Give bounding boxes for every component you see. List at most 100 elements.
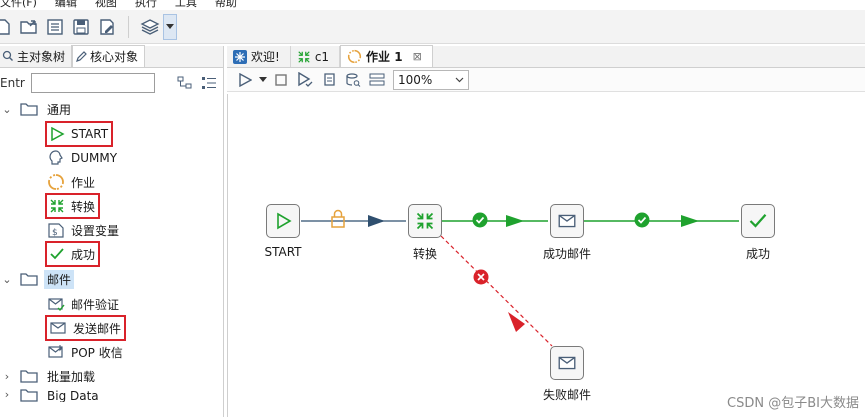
tree-label: 转换 [71,199,96,214]
menu-help[interactable]: 帮助 [215,0,237,9]
job-node-success-mail[interactable] [550,204,584,238]
save-as-button[interactable] [94,14,120,40]
transform-icon [298,50,310,63]
tree-item-pop-mail[interactable]: POP 收信 [47,341,123,363]
filter-label: Entr [0,76,25,90]
zoom-value: 100% [398,72,433,87]
menu-view[interactable]: 视图 [95,0,117,9]
menu-file[interactable]: 文件(F) [0,0,37,9]
editor-area: 欢迎! c1 作业 1 ⊠ 100% START 转换 成功邮件 成功 失败邮件… [227,45,865,417]
tree-item-transform[interactable]: 转换 [44,193,101,219]
menu-run[interactable]: 执行 [135,0,157,9]
layout-button[interactable] [365,69,389,91]
svg-text:$: $ [52,228,58,238]
tree-label: 成功 [71,247,96,262]
run-button[interactable] [233,69,257,91]
main-toolbar [0,10,865,44]
new-file-button[interactable] [0,14,16,40]
job-node-success[interactable] [741,204,775,238]
job-node-label: 转换 [412,247,438,261]
chevron-down-icon[interactable]: ⌄ [0,273,14,286]
job-node-transform[interactable] [408,204,442,238]
start-icon [51,127,65,141]
tree-item-mail-verify[interactable]: 邮件验证 [47,293,119,315]
tree-category-big-data[interactable]: › Big Data [0,388,102,402]
menu-edit[interactable]: 编辑 [55,0,77,9]
tree-label: DUMMY [71,151,118,165]
set-variable-icon: $ [48,223,64,238]
tree-item-success[interactable]: 成功 [44,241,101,267]
tree-category-mail[interactable]: ⌄ 邮件 [0,268,75,290]
failure-x-icon[interactable] [473,269,489,285]
chevron-down-icon [455,77,464,82]
sql-button[interactable] [341,69,365,91]
tree-category-general[interactable]: ⌄ 通用 [0,98,74,120]
tab-job-1[interactable]: 作业 1 ⊠ [340,45,433,67]
menu-tools[interactable]: 工具 [175,0,197,9]
job-node-fail-mail[interactable] [550,346,584,380]
tree-label: 发送邮件 [73,321,122,336]
layers-dropdown[interactable] [163,13,177,40]
zoom-select[interactable]: 100% [393,69,469,90]
preview-button[interactable] [293,69,317,91]
layers-button[interactable] [137,14,163,40]
open-folder-icon [20,19,37,34]
chevron-down-icon[interactable]: ⌄ [0,103,14,116]
expand-all-icon[interactable] [177,76,193,90]
caret-down-icon [259,76,267,82]
grid-layout-icon [369,73,385,85]
tree-item-start[interactable]: START [44,121,114,147]
tree-item-job[interactable]: 作业 [47,171,95,193]
collapse-all-icon[interactable] [201,76,217,90]
tree-item-set-variable[interactable]: $ 设置变量 [47,219,119,241]
tab-label: 欢迎! [251,50,280,64]
explore-button[interactable] [42,14,68,40]
tree-item-dummy[interactable]: DUMMY [47,147,117,169]
job-node-label: 失败邮件 [542,388,592,402]
transform-icon [50,199,64,213]
welcome-icon [233,49,247,64]
mail-icon [50,322,66,334]
run-options-dropdown[interactable] [257,69,269,91]
arrow-head-icon [506,215,524,227]
chevron-right-icon[interactable]: › [0,388,14,401]
tree-label: 批量加载 [47,369,96,384]
tree-item-send-mail[interactable]: 发送邮件 [44,315,127,341]
folder-icon [20,103,38,116]
tree-label: 作业 [71,175,96,190]
left-panel: 主对象树 核心对象 Entr ⌄ 通用 START DUMMY 作业 转换 $ … [0,45,224,417]
lock-icon[interactable] [331,209,345,228]
tab-welcome[interactable]: 欢迎! [227,46,291,67]
menu-bar: 文件(F) 编辑 视图 执行 工具 帮助 [0,0,865,9]
toolbar-separator [128,15,129,38]
replay-button[interactable] [317,69,341,91]
tab-c1[interactable]: c1 [291,46,341,67]
tab-label: 作业 1 [366,50,403,64]
arrow-head-icon [681,215,699,227]
job-node-label: 成功邮件 [542,247,592,261]
tree-category-bulk-load[interactable]: › 批量加载 [0,365,98,387]
save-icon [73,18,89,35]
layers-icon [140,18,160,35]
job-node-start[interactable] [266,204,300,238]
close-tab-icon[interactable]: ⊠ [413,50,422,63]
success-check-icon[interactable] [634,212,650,228]
filter-input[interactable] [30,73,155,93]
tab-core-objects[interactable]: 核心对象 [72,45,146,67]
tab-main-object-tree[interactable]: 主对象树 [0,45,73,67]
arrow-head-icon [368,215,385,227]
success-check-icon[interactable] [472,212,488,228]
job-canvas[interactable]: START 转换 成功邮件 成功 失败邮件 CSDN @包子BI大数据 [227,94,865,417]
filter-bar: Entr [0,68,223,98]
stop-button[interactable] [269,69,293,91]
arrow-head-icon [508,312,525,332]
transform-icon [416,212,434,230]
mail-verify-icon [48,298,65,312]
script-icon [324,72,335,86]
hop-transform-fail-mail[interactable] [440,235,553,347]
chevron-right-icon[interactable]: › [0,370,14,383]
open-file-button[interactable] [16,14,42,40]
tree-label: POP 收信 [71,345,123,360]
tree-label: 设置变量 [71,223,120,238]
save-button[interactable] [68,14,94,40]
